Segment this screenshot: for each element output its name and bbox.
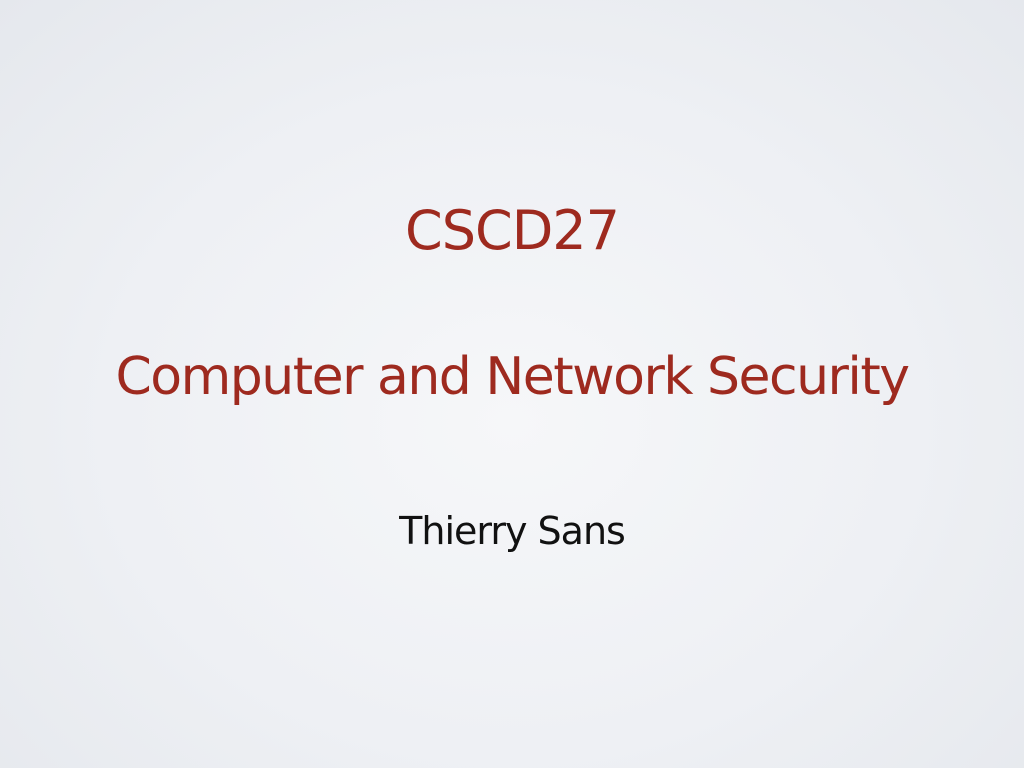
title-slide: CSCD27 Computer and Network Security Thi…	[0, 0, 1024, 768]
course-title: Computer and Network Security	[115, 347, 910, 407]
course-code: CSCD27	[405, 199, 620, 262]
author-name: Thierry Sans	[399, 509, 626, 553]
